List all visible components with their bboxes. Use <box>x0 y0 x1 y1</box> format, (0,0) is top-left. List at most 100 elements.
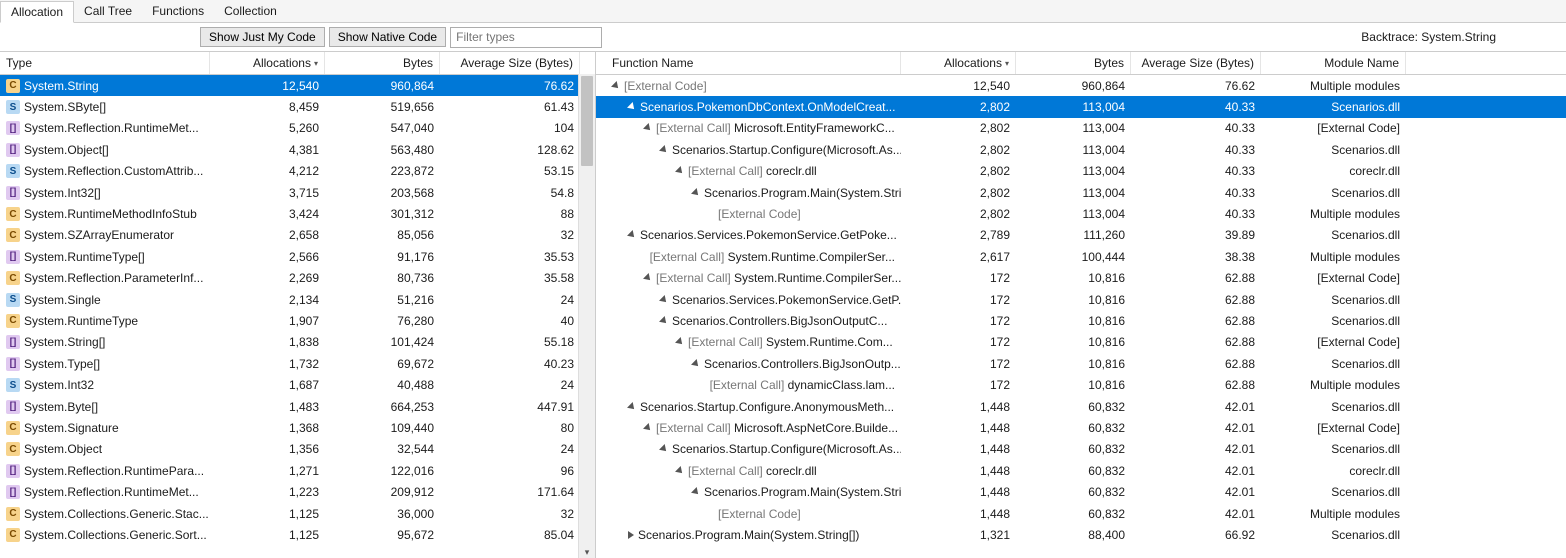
avg-size-cell: 40 <box>440 314 580 328</box>
type-row[interactable]: []System.String[]1,838101,42455.18 <box>0 332 595 353</box>
module-name-cell: Multiple modules <box>1261 250 1406 264</box>
types-col-2[interactable]: Bytes <box>325 52 440 74</box>
backtrace-row[interactable]: Scenarios.Program.Main(System.Stri...2,8… <box>596 182 1566 203</box>
array-type-icon: [] <box>6 250 20 264</box>
collapse-icon[interactable] <box>627 230 637 240</box>
backtrace-col-4[interactable]: Module Name <box>1261 52 1406 74</box>
backtrace-col-0[interactable]: Function Name <box>606 52 901 74</box>
types-col-1[interactable]: Allocations▾ <box>210 52 325 74</box>
type-row[interactable]: CSystem.Collections.Generic.Stac...1,125… <box>0 503 595 524</box>
backtrace-row[interactable]: Scenarios.Startup.Configure(Microsoft.As… <box>596 439 1566 460</box>
collapse-icon[interactable] <box>691 487 701 497</box>
tab-allocation[interactable]: Allocation <box>0 1 74 23</box>
backtrace-row[interactable]: Scenarios.Controllers.BigJsonOutp...1721… <box>596 353 1566 374</box>
allocations-cell: 3,715 <box>210 186 325 200</box>
module-name-cell: Multiple modules <box>1261 207 1406 221</box>
filter-types-input[interactable] <box>450 27 602 48</box>
tab-collection[interactable]: Collection <box>214 1 287 21</box>
backtrace-col-1[interactable]: Allocations▾ <box>901 52 1016 74</box>
backtrace-row[interactable]: Scenarios.Startup.Configure.AnonymousMet… <box>596 396 1566 417</box>
type-name: System.RuntimeMethodInfoStub <box>24 207 197 221</box>
types-scrollbar[interactable]: ▾ <box>578 74 595 558</box>
backtrace-row[interactable]: Scenarios.Startup.Configure(Microsoft.As… <box>596 139 1566 160</box>
type-row[interactable]: []System.Reflection.RuntimeMet...1,22320… <box>0 481 595 502</box>
type-row[interactable]: CSystem.Reflection.ParameterInf...2,2698… <box>0 268 595 289</box>
type-row[interactable]: []System.Object[]4,381563,480128.62 <box>0 139 595 160</box>
collapse-icon[interactable] <box>675 337 685 347</box>
type-row[interactable]: []System.Reflection.RuntimePara...1,2711… <box>0 460 595 481</box>
types-col-3[interactable]: Average Size (Bytes) <box>440 52 580 74</box>
type-row[interactable]: SSystem.Single2,13451,21624 <box>0 289 595 310</box>
type-row[interactable]: CSystem.String12,540960,86476.62 <box>0 75 595 96</box>
scrollbar-thumb[interactable] <box>581 76 593 166</box>
backtrace-row[interactable]: [External Call] System.Runtime.CompilerS… <box>596 246 1566 267</box>
backtrace-row[interactable]: [External Call] Microsoft.AspNetCore.Bui… <box>596 417 1566 438</box>
chevron-down-icon[interactable]: ▾ <box>579 544 595 558</box>
backtrace-row[interactable]: [External Call] System.Runtime.CompilerS… <box>596 268 1566 289</box>
collapse-icon[interactable] <box>691 188 701 198</box>
collapse-icon[interactable] <box>659 444 669 454</box>
collapse-icon[interactable] <box>627 102 637 112</box>
collapse-icon[interactable] <box>643 273 653 283</box>
backtrace-row[interactable]: Scenarios.Services.PokemonService.GetP..… <box>596 289 1566 310</box>
type-row[interactable]: []System.Int32[]3,715203,56854.8 <box>0 182 595 203</box>
backtrace-col-3[interactable]: Average Size (Bytes) <box>1131 52 1261 74</box>
type-row[interactable]: CSystem.SZArrayEnumerator2,65885,05632 <box>0 225 595 246</box>
backtrace-row[interactable]: [External Call] coreclr.dll2,802113,0044… <box>596 161 1566 182</box>
function-name: [External Code] <box>718 207 801 221</box>
bytes-cell: 91,176 <box>325 250 440 264</box>
backtrace-row[interactable]: Scenarios.Controllers.BigJsonOutputC...1… <box>596 310 1566 331</box>
backtrace-scrollbar[interactable] <box>1550 74 1566 558</box>
backtrace-col-2[interactable]: Bytes <box>1016 52 1131 74</box>
allocations-cell: 1,321 <box>901 528 1016 542</box>
backtrace-row[interactable]: [External Call] Microsoft.EntityFramewor… <box>596 118 1566 139</box>
function-name: [External Call] dynamicClass.lam... <box>710 378 895 392</box>
tab-call-tree[interactable]: Call Tree <box>74 1 142 21</box>
type-row[interactable]: []System.Reflection.RuntimeMet...5,26054… <box>0 118 595 139</box>
tab-functions[interactable]: Functions <box>142 1 214 21</box>
backtrace-row[interactable]: Scenarios.Program.Main(System.String[])1… <box>596 524 1566 545</box>
show-my-code-button[interactable]: Show Just My Code <box>200 27 325 47</box>
collapse-icon[interactable] <box>659 145 669 155</box>
type-row[interactable]: SSystem.Reflection.CustomAttrib...4,2122… <box>0 161 595 182</box>
type-row[interactable]: CSystem.Signature1,368109,44080 <box>0 417 595 438</box>
collapse-icon[interactable] <box>675 466 685 476</box>
type-row[interactable]: []System.Byte[]1,483664,253447.91 <box>0 396 595 417</box>
bytes-cell: 113,004 <box>1016 164 1131 178</box>
backtrace-row[interactable]: Scenarios.Program.Main(System.Stri...1,4… <box>596 481 1566 502</box>
type-row[interactable]: CSystem.Collections.Generic.Sort...1,125… <box>0 524 595 545</box>
collapse-icon[interactable] <box>627 402 637 412</box>
backtrace-row[interactable]: [External Call] System.Runtime.Com...172… <box>596 332 1566 353</box>
collapse-icon[interactable] <box>675 166 685 176</box>
show-native-code-button[interactable]: Show Native Code <box>329 27 446 47</box>
allocations-cell: 172 <box>901 293 1016 307</box>
type-name: System.SByte[] <box>24 100 106 114</box>
backtrace-row[interactable]: [External Code]2,802113,00440.33Multiple… <box>596 203 1566 224</box>
collapse-icon[interactable] <box>691 359 701 369</box>
type-row[interactable]: CSystem.RuntimeType1,90776,28040 <box>0 310 595 331</box>
expand-icon[interactable] <box>628 531 634 539</box>
type-row[interactable]: CSystem.Object1,35632,54424 <box>0 439 595 460</box>
module-name-cell: [External Code] <box>1261 421 1406 435</box>
collapse-icon[interactable] <box>611 81 621 91</box>
allocations-cell: 12,540 <box>210 79 325 93</box>
type-row[interactable]: CSystem.RuntimeMethodInfoStub3,424301,31… <box>0 203 595 224</box>
type-row[interactable]: SSystem.Int321,68740,48824 <box>0 374 595 395</box>
type-row[interactable]: []System.RuntimeType[]2,56691,17635.53 <box>0 246 595 267</box>
type-row[interactable]: SSystem.SByte[]8,459519,65661.43 <box>0 96 595 117</box>
backtrace-row[interactable]: [External Code]1,44860,83242.01Multiple … <box>596 503 1566 524</box>
avg-size-cell: 76.62 <box>1131 79 1261 93</box>
backtrace-row[interactable]: [External Call] dynamicClass.lam...17210… <box>596 374 1566 395</box>
backtrace-row[interactable]: Scenarios.Services.PokemonService.GetPok… <box>596 225 1566 246</box>
backtrace-row[interactable]: [External Code]12,540960,86476.62Multipl… <box>596 75 1566 96</box>
allocations-cell: 1,125 <box>210 507 325 521</box>
backtrace-row[interactable]: [External Call] coreclr.dll1,44860,83242… <box>596 460 1566 481</box>
collapse-icon[interactable] <box>659 316 669 326</box>
types-col-0[interactable]: Type <box>0 52 210 74</box>
collapse-icon[interactable] <box>659 295 669 305</box>
type-row[interactable]: []System.Type[]1,73269,67240.23 <box>0 353 595 374</box>
backtrace-row[interactable]: Scenarios.PokemonDbContext.OnModelCreat.… <box>596 96 1566 117</box>
avg-size-cell: 40.33 <box>1131 186 1261 200</box>
collapse-icon[interactable] <box>643 423 653 433</box>
collapse-icon[interactable] <box>643 124 653 134</box>
